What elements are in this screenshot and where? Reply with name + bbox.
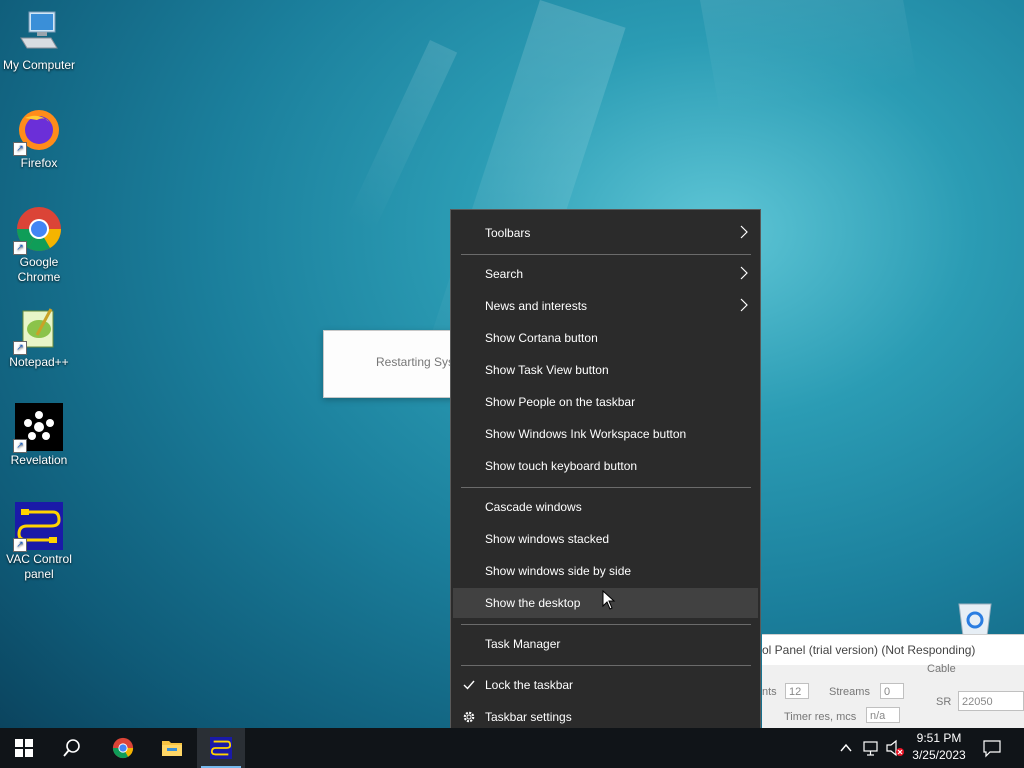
menu-item-show-touch-keyboard[interactable]: Show touch keyboard button (453, 451, 758, 481)
menu-item-show-cortana-button[interactable]: Show Cortana button (453, 323, 758, 353)
menu-item-show-people[interactable]: Show People on the taskbar (453, 387, 758, 417)
clock-time: 9:51 PM (916, 731, 962, 745)
vac-control-panel-window[interactable]: ol Panel (trial version) (Not Responding… (762, 634, 1024, 731)
menu-item-label: Show Task View button (485, 363, 609, 377)
menu-item-label: Show People on the taskbar (485, 395, 636, 409)
taskbar[interactable]: 9:51 PM 3/25/2023 (0, 728, 1024, 768)
window-titlebar[interactable]: ol Panel (trial version) (Not Responding… (762, 635, 1024, 665)
menu-item-label: Show Cortana button (485, 331, 598, 345)
menu-item-search[interactable]: Search (453, 259, 758, 289)
menu-separator (461, 665, 751, 666)
menu-item-label: Show the desktop (485, 596, 581, 610)
firefox-icon: ↗ (13, 106, 63, 156)
shortcut-arrow-icon: ↗ (13, 142, 27, 156)
desktop-icon-label: Firefox (20, 156, 58, 170)
volume-muted-icon[interactable] (885, 739, 905, 757)
revelation-icon: ↗ (13, 403, 63, 453)
menu-item-lock-the-taskbar[interactable]: Lock the taskbar (453, 670, 758, 700)
mouse-cursor-icon (602, 590, 616, 610)
menu-item-cascade-windows[interactable]: Cascade windows (453, 492, 758, 522)
desktop-icon-chrome[interactable]: ↗ Google Chrome (2, 205, 76, 285)
menu-item-label: Show touch keyboard button (485, 459, 638, 473)
menu-item-label: Taskbar settings (485, 710, 572, 724)
taskbar-context-menu: Toolbars Search News and interests Show … (450, 209, 761, 741)
menu-item-toolbars[interactable]: Toolbars (453, 218, 758, 248)
menu-separator (461, 254, 751, 255)
timer-field[interactable]: n/a (866, 707, 900, 723)
desktop-icon-label: My Computer (2, 58, 76, 72)
menu-item-label: Task Manager (485, 637, 561, 651)
menu-item-label: Cascade windows (485, 500, 582, 514)
menu-item-label: Lock the taskbar (485, 678, 574, 692)
menu-item-task-manager[interactable]: Task Manager (453, 629, 758, 659)
taskbar-chrome[interactable] (99, 728, 147, 768)
chevron-right-icon (740, 225, 748, 239)
menu-item-label: Search (485, 267, 524, 281)
shortcut-arrow-icon: ↗ (13, 439, 27, 453)
shortcut-arrow-icon: ↗ (13, 241, 27, 255)
desktop-icon-label: Revelation (10, 453, 68, 467)
nts-label: nts (762, 686, 777, 698)
taskbar-file-explorer[interactable] (148, 728, 196, 768)
menu-item-label: Show windows stacked (485, 532, 610, 546)
chrome-icon (112, 737, 134, 759)
desktop-icon-label: Notepad++ (9, 355, 69, 369)
cable-label: Cable (927, 663, 956, 675)
computer-icon (15, 8, 63, 56)
vac-icon (210, 737, 232, 759)
desktop-icon-vac[interactable]: ↗ VAC Control panel (2, 502, 76, 582)
nts-field[interactable]: 12 (785, 683, 809, 699)
desktop-icon-label: VAC Control panel (6, 552, 72, 581)
restarting-dialog: Restarting Syste (323, 330, 465, 398)
menu-item-label: Show windows side by side (485, 564, 632, 578)
recycle-bin-icon[interactable] (955, 600, 995, 637)
desktop-icon-label: Google Chrome (17, 255, 61, 284)
notepadpp-icon: ↗ (13, 305, 63, 355)
desktop-icon-my-computer[interactable]: My Computer (2, 8, 76, 73)
shortcut-arrow-icon: ↗ (13, 538, 27, 552)
menu-item-show-side-by-side[interactable]: Show windows side by side (453, 556, 758, 586)
network-icon[interactable] (862, 739, 880, 757)
chevron-right-icon (740, 266, 748, 280)
menu-item-label: Show Windows Ink Workspace button (485, 427, 687, 441)
search-icon (63, 739, 80, 757)
menu-separator (461, 624, 751, 625)
chevron-right-icon (740, 298, 748, 312)
sr-label: SR (936, 696, 952, 708)
sr-select[interactable]: 22050 (958, 691, 1024, 711)
notification-center-icon[interactable] (982, 738, 1002, 758)
menu-item-label: Toolbars (485, 226, 531, 240)
timer-label: Timer res, mcs (784, 711, 857, 723)
menu-item-show-task-view-button[interactable]: Show Task View button (453, 355, 758, 385)
menu-item-news-and-interests[interactable]: News and interests (453, 291, 758, 321)
start-icon (15, 739, 33, 757)
window-title: ol Panel (trial version) (Not Responding… (762, 643, 976, 657)
menu-item-label: News and interests (485, 299, 588, 313)
file-explorer-icon (162, 741, 182, 756)
taskbar-vac-control-panel[interactable] (197, 728, 245, 768)
gear-icon (463, 711, 475, 723)
desktop-icon-revelation[interactable]: ↗ Revelation (2, 403, 76, 468)
chevron-up-icon[interactable] (839, 741, 853, 755)
vac-icon: ↗ (13, 502, 63, 552)
clock-date: 3/25/2023 (912, 748, 966, 762)
desktop-icon-notepadpp[interactable]: ↗ Notepad++ (2, 305, 76, 370)
checkmark-icon (463, 680, 475, 690)
streams-label: Streams (829, 686, 870, 698)
streams-field[interactable]: 0 (880, 683, 904, 699)
menu-item-show-windows-stacked[interactable]: Show windows stacked (453, 524, 758, 554)
menu-item-show-ink-workspace[interactable]: Show Windows Ink Workspace button (453, 419, 758, 449)
shortcut-arrow-icon: ↗ (13, 341, 27, 355)
clock[interactable]: 9:51 PM 3/25/2023 (908, 730, 970, 764)
chrome-icon: ↗ (13, 205, 63, 255)
start-button[interactable] (0, 728, 48, 768)
menu-separator (461, 487, 751, 488)
desktop-icon-firefox[interactable]: ↗ Firefox (2, 106, 76, 171)
search-button[interactable] (48, 728, 96, 768)
